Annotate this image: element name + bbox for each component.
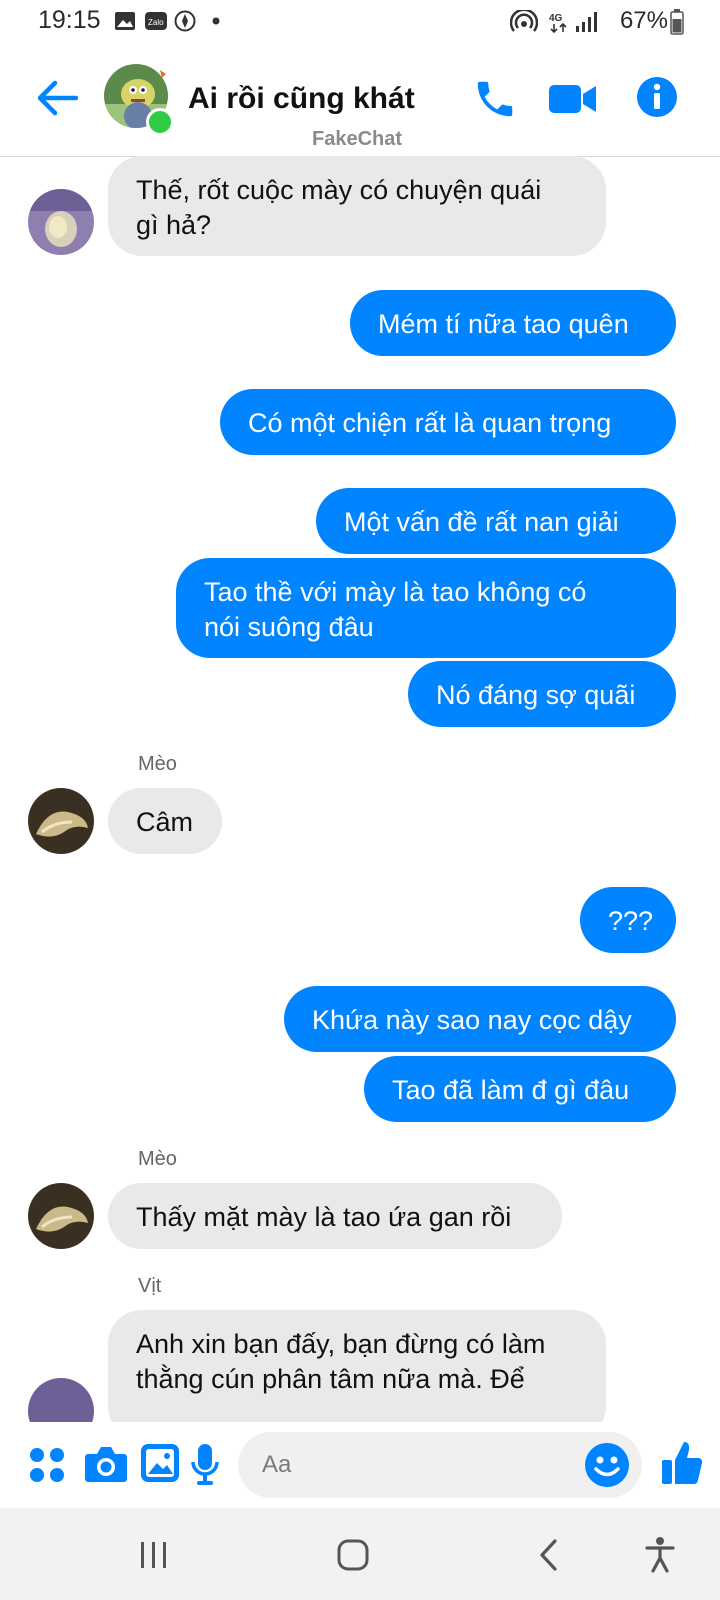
status-time: 19:15 bbox=[38, 6, 101, 34]
message-text: ??? bbox=[608, 906, 654, 936]
message-bubble-incoming[interactable]: Câm bbox=[108, 788, 222, 854]
sender-avatar-image bbox=[28, 1378, 94, 1422]
message-bubble-outgoing[interactable]: Có một chiện rất là quan trọng bbox=[220, 389, 676, 455]
svg-text:4G: 4G bbox=[549, 13, 563, 24]
message-composer bbox=[0, 1422, 720, 1508]
sender-avatar-image bbox=[28, 1183, 94, 1249]
message-text-line: Thế, rốt cuộc mày có chuyện quái bbox=[136, 175, 542, 205]
status-bar: 19:15 Zalo 4G 67% bbox=[0, 0, 720, 44]
gallery-notification-icon bbox=[115, 12, 135, 30]
message-text-line: nói suông đâu bbox=[204, 612, 374, 642]
sender-avatar-image bbox=[28, 788, 94, 854]
emoji-icon[interactable] bbox=[584, 1442, 630, 1488]
message-text: Nó đáng sợ quãi bbox=[436, 680, 636, 710]
message-text: Thấy mặt mày là tao ứa gan rồi bbox=[136, 1202, 512, 1232]
sender-avatar[interactable] bbox=[28, 788, 94, 854]
sender-avatar-image bbox=[28, 189, 94, 255]
message-bubble-incoming[interactable]: Thế, rốt cuộc mày có chuyện quái gì hả? bbox=[108, 156, 606, 256]
message-text: Tao đã làm đ gì đâu bbox=[392, 1075, 630, 1105]
phone-icon[interactable] bbox=[472, 76, 518, 122]
message-bubble-outgoing[interactable]: Khứa này sao nay cọc dậy bbox=[284, 986, 676, 1052]
message-text-line: Tao thề với mày là tao không có bbox=[204, 577, 587, 607]
message-text: Có một chiện rất là quan trọng bbox=[248, 408, 612, 438]
video-camera-icon[interactable] bbox=[548, 82, 598, 116]
message-bubble-incoming[interactable]: Thấy mặt mày là tao ứa gan rồi bbox=[108, 1183, 562, 1249]
back-arrow-icon[interactable] bbox=[36, 80, 78, 116]
camera-icon[interactable] bbox=[84, 1444, 128, 1484]
message-list[interactable]: Thế, rốt cuộc mày có chuyện quái gì hả? … bbox=[0, 156, 720, 1422]
info-icon[interactable] bbox=[636, 76, 678, 118]
message-input[interactable] bbox=[238, 1432, 642, 1498]
system-navigation-bar bbox=[0, 1508, 720, 1600]
battery-icon bbox=[670, 9, 684, 35]
battery-percentage: 67% bbox=[619, 7, 668, 34]
recent-apps-icon[interactable] bbox=[138, 1540, 170, 1570]
message-text: Mém tí nữa tao quên bbox=[378, 309, 629, 339]
group-avatar[interactable] bbox=[104, 64, 174, 136]
gallery-icon[interactable] bbox=[140, 1442, 180, 1484]
accessibility-icon[interactable] bbox=[644, 1536, 676, 1574]
back-icon[interactable] bbox=[536, 1538, 560, 1572]
message-text-line: Anh xin bạn đấy, bạn đừng có làm bbox=[136, 1329, 546, 1359]
thumbs-up-icon[interactable] bbox=[660, 1438, 704, 1486]
message-text: Câm bbox=[136, 807, 194, 837]
more-notifications-dot-icon bbox=[212, 17, 220, 25]
message-text-line: thằng cún phân tâm nữa mà. Để bbox=[136, 1364, 525, 1394]
sender-name: Mèo bbox=[138, 1148, 177, 1170]
message-bubble-outgoing[interactable]: Nó đáng sợ quãi bbox=[408, 661, 676, 727]
chat-header: Ai rồi cũng khát FakeChat bbox=[0, 44, 720, 157]
zalo-notification-icon: Zalo bbox=[145, 12, 167, 30]
hotspot-icon bbox=[510, 10, 538, 32]
signal-icon bbox=[576, 12, 597, 32]
sender-name: Vịt bbox=[138, 1275, 162, 1297]
message-text: Khứa này sao nay cọc dậy bbox=[312, 1005, 632, 1035]
message-bubble-outgoing[interactable]: Một vấn đề rất nan giải bbox=[316, 488, 676, 554]
home-icon[interactable] bbox=[336, 1538, 370, 1572]
sender-name: Mèo bbox=[138, 753, 177, 775]
svg-text:Zalo: Zalo bbox=[148, 18, 164, 27]
compass-notification-icon bbox=[174, 10, 196, 32]
sender-avatar[interactable] bbox=[28, 189, 94, 255]
sender-avatar[interactable] bbox=[28, 1378, 94, 1422]
message-text: Một vấn đề rất nan giải bbox=[344, 507, 619, 537]
microphone-icon[interactable] bbox=[190, 1442, 220, 1486]
sender-avatar[interactable] bbox=[28, 1183, 94, 1249]
online-status-dot bbox=[146, 108, 174, 136]
message-bubble-incoming[interactable]: Anh xin bạn đấy, bạn đừng có làm thằng c… bbox=[108, 1310, 606, 1422]
message-text-line: gì hả? bbox=[136, 210, 212, 240]
message-bubble-outgoing[interactable]: Tao đã làm đ gì đâu bbox=[364, 1056, 676, 1122]
network-4g-icon: 4G bbox=[549, 13, 567, 34]
message-bubble-outgoing[interactable]: ??? bbox=[580, 887, 676, 953]
message-bubble-outgoing[interactable]: Tao thề với mày là tao không có nói suôn… bbox=[176, 558, 676, 658]
message-bubble-outgoing[interactable]: Mém tí nữa tao quên bbox=[350, 290, 676, 356]
apps-icon[interactable] bbox=[28, 1446, 66, 1484]
conversation-title[interactable]: Ai rồi cũng khát bbox=[188, 82, 415, 116]
watermark-label: FakeChat bbox=[312, 128, 403, 150]
